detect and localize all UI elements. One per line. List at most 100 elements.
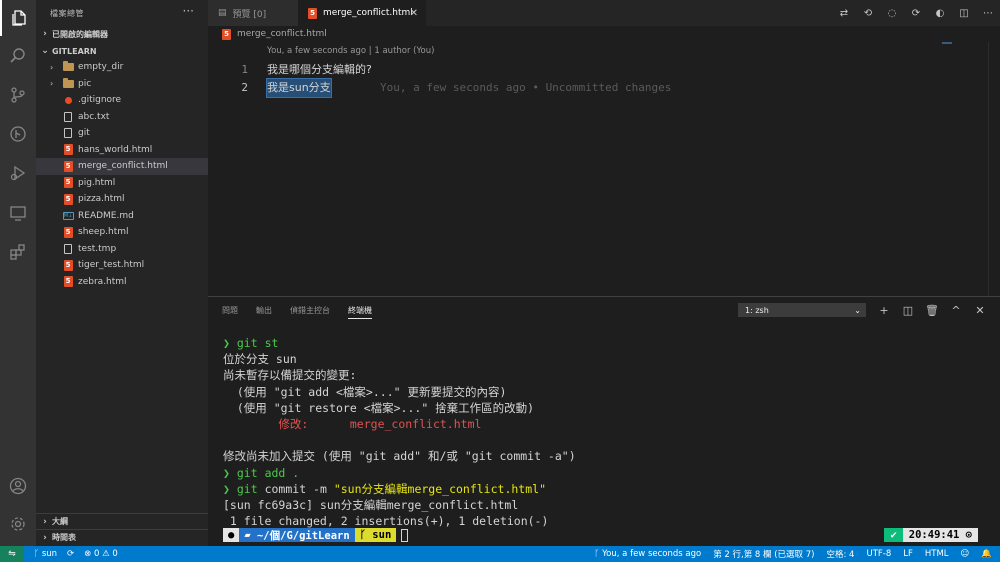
- remote-explorer-icon[interactable]: [0, 195, 36, 231]
- extensions-icon[interactable]: [0, 234, 36, 270]
- outline-section[interactable]: › 大綱: [36, 513, 208, 529]
- search-icon[interactable]: [0, 38, 36, 74]
- markdown-file-icon: M↓: [62, 211, 74, 220]
- branch-indicator[interactable]: ᚴ sun: [34, 549, 57, 559]
- explorer-icon[interactable]: [0, 0, 36, 36]
- code-line-1[interactable]: 1 我是哪個分支編輯的?: [208, 61, 988, 79]
- minimap[interactable]: [942, 42, 952, 44]
- inline-blame: You, a few seconds ago • Uncommitted cha…: [380, 81, 672, 94]
- prompt-icon: ❯: [223, 465, 230, 480]
- chevron-right-icon: ›: [43, 532, 47, 543]
- file-tree-item[interactable]: .gitignore: [36, 92, 208, 109]
- code-line-2[interactable]: 2 我是sun分支 You, a few seconds ago • Uncom…: [208, 78, 988, 98]
- remote-icon[interactable]: ⇋: [0, 546, 24, 562]
- file-tree-item[interactable]: 5 zebra.html: [36, 274, 208, 291]
- file-tree-item[interactable]: › pic: [36, 76, 208, 93]
- prompt-clock: ✔ 20:49:41 ⊙: [884, 528, 978, 542]
- tab-merge-conflict[interactable]: 5 merge_conflict.html ✕: [298, 0, 426, 26]
- compare-changes-icon[interactable]: ⇄: [832, 8, 856, 19]
- activity-bar: [0, 0, 36, 546]
- html-file-icon: 5: [63, 160, 73, 172]
- prompt-time: 20:49:41 ⊙: [902, 528, 978, 542]
- split-editor-icon[interactable]: ◫: [952, 8, 976, 19]
- editor-scrollbar[interactable]: [988, 42, 1000, 296]
- code-text: 我是哪個分支編輯的?: [267, 63, 372, 76]
- chevron-right-icon: ›: [43, 29, 47, 39]
- notifications-icon[interactable]: 🔔: [981, 549, 992, 559]
- editor-tab-bar: ▤ 預覽 [0] 5 merge_conflict.html ✕ ⇄ ⟲ ◌ ⟳…: [208, 0, 1000, 26]
- file-tree-item[interactable]: 5 merge_conflict.html: [36, 158, 208, 175]
- editor-actions: ⇄ ⟲ ◌ ⟳ ◐ ◫ ⋯: [832, 0, 1000, 26]
- sync-icon[interactable]: ⟳: [67, 549, 74, 559]
- codelens-blame[interactable]: You, a few seconds ago | 1 author (You): [267, 46, 434, 56]
- timeline-section[interactable]: › 時間表: [36, 529, 208, 545]
- file-tree-item[interactable]: › empty_dir: [36, 59, 208, 76]
- open-changes-icon[interactable]: ◌: [880, 8, 904, 19]
- workspace-section[interactable]: ⌄ GITLEARN: [36, 43, 208, 59]
- language-mode[interactable]: HTML: [925, 549, 949, 559]
- html-file-icon: 5: [63, 193, 73, 205]
- blame-status[interactable]: ᚴ You, a few seconds ago: [594, 549, 701, 559]
- prompt-icon: ❯: [223, 481, 230, 496]
- maximize-panel-icon[interactable]: ^: [944, 304, 968, 317]
- source-control-icon[interactable]: [0, 77, 36, 113]
- prompt-icon: ❯: [223, 336, 230, 350]
- file-tree-item[interactable]: git: [36, 125, 208, 142]
- next-change-icon[interactable]: ⟳: [904, 8, 928, 19]
- git-file-icon: [64, 96, 72, 104]
- open-editors-section[interactable]: › 已開啟的編輯器: [36, 26, 208, 42]
- line-number: 1: [241, 63, 248, 76]
- terminal-output[interactable]: ❯ git st 位於分支 sun 尚未暫存以備提交的變更: (使用 "git …: [223, 335, 576, 529]
- settings-gear-icon[interactable]: [0, 506, 36, 542]
- shell-prompt-bar: ● ▰ ~/個/G/gitLearn ᚴ sun: [223, 528, 409, 542]
- git-graph-icon[interactable]: [0, 116, 36, 152]
- file-tree-item[interactable]: 5 tiger_test.html: [36, 257, 208, 274]
- run-debug-icon[interactable]: [0, 155, 36, 191]
- close-panel-icon[interactable]: ✕: [968, 304, 992, 317]
- split-terminal-icon[interactable]: ◫: [896, 304, 920, 317]
- end-of-line[interactable]: LF: [903, 549, 913, 559]
- feedback-icon[interactable]: ☺: [961, 549, 970, 559]
- terminal-selector[interactable]: 1: zsh ⌄: [738, 303, 866, 317]
- file-tree-item[interactable]: 5 pizza.html: [36, 191, 208, 208]
- text-file-icon: [64, 128, 72, 139]
- tab-output[interactable]: 輸出: [256, 297, 272, 323]
- indentation[interactable]: 空格: 4: [826, 548, 854, 560]
- tab-problems[interactable]: 問題: [222, 297, 238, 323]
- tab-debug-console[interactable]: 偵錯主控台: [290, 297, 330, 323]
- file-tree-item[interactable]: test.tmp: [36, 241, 208, 258]
- tab-terminal[interactable]: 終端機: [348, 297, 372, 323]
- html-file-icon: 5: [63, 177, 73, 189]
- account-icon[interactable]: [0, 468, 36, 504]
- chevron-right-icon: ›: [50, 79, 54, 89]
- file-tree-item[interactable]: abc.txt: [36, 109, 208, 126]
- new-terminal-icon[interactable]: +: [872, 304, 896, 317]
- file-name: pic: [78, 78, 92, 89]
- encoding[interactable]: UTF-8: [866, 549, 891, 559]
- close-tab-icon[interactable]: ✕: [410, 8, 418, 19]
- previous-change-icon[interactable]: ⟲: [856, 8, 880, 19]
- code-editor[interactable]: You, a few seconds ago | 1 author (You) …: [208, 42, 1000, 296]
- toggle-blame-icon[interactable]: ◐: [928, 8, 952, 19]
- file-tree-item[interactable]: 5 pig.html: [36, 175, 208, 192]
- file-name: pig.html: [78, 177, 116, 188]
- more-actions-icon[interactable]: ⋯: [976, 8, 1000, 19]
- git-branch-icon: ᚴ: [34, 549, 42, 559]
- text-file-icon: [64, 243, 72, 254]
- error-icon: ⊗: [84, 549, 94, 559]
- kill-terminal-icon[interactable]: 🗑: [920, 304, 944, 317]
- current-directory: ▰ ~/個/G/gitLearn: [239, 528, 355, 542]
- selected-code-text: 我是sun分支: [266, 78, 332, 98]
- cursor-position[interactable]: 第 2 行,第 8 欄 (已選取 7): [713, 548, 814, 560]
- file-name: tiger_test.html: [78, 260, 145, 271]
- file-name: merge_conflict.html: [78, 161, 168, 172]
- problems-indicator[interactable]: ⊗ 0 ⚠ 0: [84, 549, 118, 559]
- breadcrumb[interactable]: 5 merge_conflict.html: [208, 26, 1000, 42]
- sidebar-more-icon[interactable]: ···: [183, 4, 194, 18]
- file-tree-item[interactable]: 5 sheep.html: [36, 224, 208, 241]
- tab-preview[interactable]: ▤ 預覽 [0]: [208, 0, 298, 26]
- file-tree-item[interactable]: M↓ README.md: [36, 208, 208, 225]
- file-name: hans_world.html: [78, 144, 153, 155]
- file-tree-item[interactable]: 5 hans_world.html: [36, 142, 208, 159]
- file-name: .gitignore: [78, 95, 122, 106]
